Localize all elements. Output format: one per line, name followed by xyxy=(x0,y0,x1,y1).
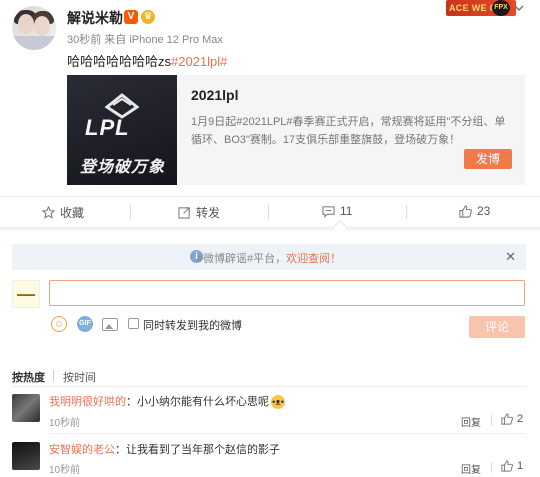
favorite-label: 收藏 xyxy=(60,206,85,220)
card-title[interactable]: 2021lpl xyxy=(191,87,238,103)
card-description: 1月9日起#2021LPL#春季赛正式开启，常规赛将延用"不分组、单循环、BO3… xyxy=(191,116,506,146)
sort-by-time-tab[interactable]: 按时间 xyxy=(63,369,96,385)
divider xyxy=(130,205,131,219)
comment-button[interactable]: 11 xyxy=(322,204,352,218)
comment-icon xyxy=(322,205,335,218)
comment-text: 小小纳尔能有什么坏心思呢 xyxy=(137,396,269,408)
card-slogan: 登场破万象 xyxy=(80,159,166,176)
verified-badge-icon: V xyxy=(124,10,138,24)
comment-colon: ： xyxy=(115,444,126,456)
divider xyxy=(49,433,526,434)
comment-count: 11 xyxy=(340,204,353,218)
author-name[interactable]: 解说米勒 xyxy=(67,8,123,28)
comment-input[interactable] xyxy=(49,280,525,306)
sort-by-hot-tab[interactable]: 按热度 xyxy=(12,369,45,385)
commenter-avatar[interactable] xyxy=(12,394,40,422)
comment-like-button[interactable]: 2 xyxy=(501,413,523,425)
comment-item: 安智娱的老公：让我看到了当年那个赵信的影子 xyxy=(49,441,280,457)
gif-icon[interactable]: GIF xyxy=(77,316,93,332)
author-avatar[interactable] xyxy=(12,6,56,50)
lpl-wordmark: LPL xyxy=(85,115,130,140)
topic-share-card[interactable]: LPL 登场破万象 2021lpl 1月9日起#2021LPL#春季赛正式开启，… xyxy=(67,75,525,185)
post-hashtag-link[interactable]: #2021lpl# xyxy=(171,54,227,69)
action-bar-shadow xyxy=(0,227,540,232)
comment-like-count: 2 xyxy=(517,413,524,425)
post-to-topic-button[interactable]: 发博 xyxy=(464,149,512,169)
star-icon xyxy=(42,206,55,219)
comment-like-count: 1 xyxy=(517,460,524,472)
comment-like-button[interactable]: 1 xyxy=(501,460,523,472)
chevron-down-icon[interactable] xyxy=(512,2,526,16)
comment-time: 10秒前 xyxy=(49,465,81,476)
repost-checkbox[interactable] xyxy=(128,318,139,329)
divider xyxy=(406,205,407,219)
doge-emoji-icon: •ᴥ• xyxy=(271,395,285,410)
repost-button[interactable]: 转发 xyxy=(178,204,220,221)
divider xyxy=(268,205,269,219)
divider xyxy=(491,462,492,473)
team-logo-icon: FPX xyxy=(492,0,510,16)
submit-comment-button[interactable]: 评论 xyxy=(469,316,525,338)
post-text: 哈哈哈哈哈哈哈zs#2021lpl# xyxy=(67,51,227,70)
commenter-avatar[interactable] xyxy=(12,442,40,470)
action-bar: 收藏 转发 11 23 xyxy=(0,196,540,226)
like-count: 23 xyxy=(477,204,491,218)
rumor-notice-bar: i #微博辟谣#平台，欢迎查阅！ ✕ xyxy=(12,244,526,270)
comment-item: 我明明很好哄的：小小纳尔能有什么坏心思呢 •ᴥ• xyxy=(49,393,285,410)
commenter-name[interactable]: 安智娱的老公 xyxy=(49,444,115,456)
repost-checkbox-label[interactable]: 同时转发到我的微博 xyxy=(143,317,242,333)
reply-button[interactable]: 回复 xyxy=(461,461,481,476)
thumbs-up-icon xyxy=(459,204,472,218)
comment-text: 让我看到了当年那个赵信的影子 xyxy=(126,444,280,456)
comment-time: 10秒前 xyxy=(49,418,81,429)
post-body: 哈哈哈哈哈哈哈zs xyxy=(67,54,172,69)
thumbs-up-icon xyxy=(501,413,513,425)
commenter-name[interactable]: 我明明很好哄的 xyxy=(49,396,126,408)
notice-text: #微博辟谣#平台，欢迎查阅！ xyxy=(12,250,526,266)
like-button[interactable]: 23 xyxy=(459,204,490,218)
card-image: LPL 登场破万象 xyxy=(67,75,177,185)
close-icon[interactable]: ✕ xyxy=(505,249,516,265)
reply-button[interactable]: 回复 xyxy=(461,414,481,429)
thumbs-up-icon xyxy=(501,460,513,472)
favorite-button[interactable]: 收藏 xyxy=(42,204,84,221)
divider xyxy=(491,415,492,426)
post-meta: 30秒前 来自 iPhone 12 Pro Max xyxy=(67,34,223,46)
comment-colon: ： xyxy=(126,396,137,408)
member-crown-icon: ♛ xyxy=(141,10,155,24)
emoji-icon[interactable]: ☺ xyxy=(51,316,67,332)
notice-link[interactable]: 欢迎查阅！ xyxy=(286,253,341,265)
divider xyxy=(12,386,526,387)
divider xyxy=(53,370,54,381)
repost-icon xyxy=(178,207,190,219)
my-avatar[interactable]: ▬▬▬ xyxy=(12,280,40,308)
image-icon[interactable] xyxy=(102,318,118,331)
repost-label: 转发 xyxy=(196,206,221,220)
notice-prefix[interactable]: #微博辟谣#平台， xyxy=(197,253,286,265)
